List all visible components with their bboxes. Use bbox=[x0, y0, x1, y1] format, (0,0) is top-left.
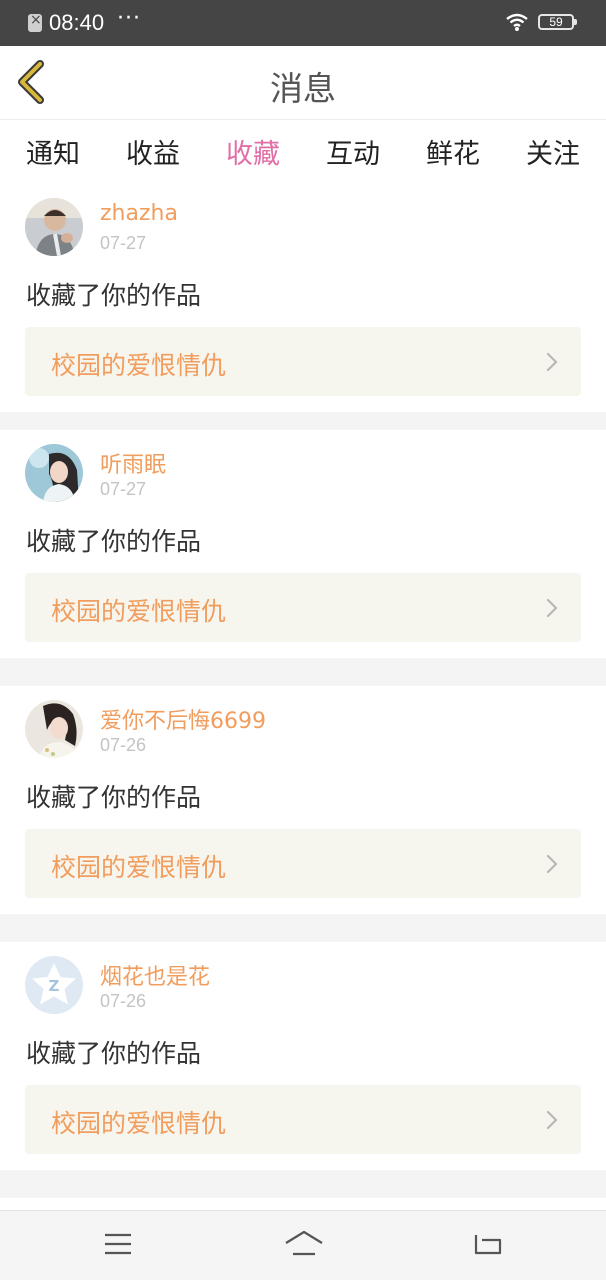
tab-label: 鲜花 bbox=[426, 139, 480, 170]
girl-photo-avatar bbox=[25, 700, 83, 758]
svg-text:Z: Z bbox=[49, 977, 60, 995]
page-title: 消息 bbox=[270, 69, 336, 108]
tab-label: 收益 bbox=[126, 139, 180, 170]
action-text: 收藏了你的作品 bbox=[26, 783, 202, 812]
tab-follows[interactable]: 关注 bbox=[503, 132, 603, 171]
status-bar: 08:40 ··· 59 bbox=[0, 0, 606, 46]
work-title: 校园的爱恨情仇 bbox=[51, 1109, 227, 1138]
system-nav-bar bbox=[0, 1210, 606, 1280]
tab-label: 互动 bbox=[326, 139, 380, 170]
message-card: 听雨眠 07-27 收藏了你的作品 校园的爱恨情仇 bbox=[0, 430, 606, 658]
message-date: 07-26 bbox=[100, 991, 147, 1011]
work-link[interactable]: 校园的爱恨情仇 bbox=[25, 573, 581, 642]
work-link[interactable]: 校园的爱恨情仇 bbox=[25, 1085, 581, 1154]
avatar[interactable]: Z bbox=[25, 956, 83, 1014]
message-card: zhazha 07-27 收藏了你的作品 校园的爱恨情仇 bbox=[0, 184, 606, 412]
message-date: 07-27 bbox=[100, 233, 147, 253]
action-text: 收藏了你的作品 bbox=[26, 527, 202, 556]
girl-photo-avatar bbox=[25, 444, 83, 502]
tab-interactions[interactable]: 互动 bbox=[303, 132, 403, 171]
tab-label: 通知 bbox=[26, 139, 80, 170]
nav-bar: 消息 bbox=[0, 46, 606, 120]
tab-label: 收藏 bbox=[226, 139, 280, 170]
home-icon[interactable] bbox=[283, 1229, 325, 1259]
default-star-avatar: Z bbox=[25, 956, 83, 1014]
chevron-right-icon bbox=[546, 854, 558, 874]
person-photo-avatar bbox=[25, 198, 83, 256]
work-title: 校园的爱恨情仇 bbox=[51, 351, 227, 380]
avatar[interactable] bbox=[25, 198, 83, 256]
sim-off-icon bbox=[28, 12, 42, 32]
battery-indicator: 59 bbox=[538, 14, 577, 30]
status-time: 08:40 bbox=[49, 10, 105, 35]
action-text: 收藏了你的作品 bbox=[26, 1039, 202, 1068]
return-icon[interactable] bbox=[472, 1229, 504, 1259]
message-date: 07-27 bbox=[100, 479, 147, 499]
chevron-right-icon bbox=[546, 598, 558, 618]
tab-earnings[interactable]: 收益 bbox=[103, 132, 203, 171]
tab-flowers[interactable]: 鲜花 bbox=[403, 132, 503, 171]
username[interactable]: 听雨眠 bbox=[100, 447, 166, 479]
work-link[interactable]: 校园的爱恨情仇 bbox=[25, 829, 581, 898]
username[interactable]: zhazha bbox=[100, 201, 178, 226]
menu-icon[interactable] bbox=[103, 1229, 133, 1259]
avatar[interactable] bbox=[25, 700, 83, 758]
chevron-right-icon bbox=[546, 1110, 558, 1130]
message-card: 爱你不后悔6699 07-26 收藏了你的作品 校园的爱恨情仇 bbox=[0, 686, 606, 914]
message-card-partial bbox=[0, 1198, 606, 1210]
work-link[interactable]: 校园的爱恨情仇 bbox=[25, 327, 581, 396]
chevron-right-icon bbox=[546, 352, 558, 372]
work-title: 校园的爱恨情仇 bbox=[51, 853, 227, 882]
message-card: Z 烟花也是花 07-26 收藏了你的作品 校园的爱恨情仇 bbox=[0, 942, 606, 1170]
wifi-icon bbox=[506, 13, 528, 31]
username[interactable]: 烟花也是花 bbox=[100, 959, 210, 991]
action-text: 收藏了你的作品 bbox=[26, 281, 202, 310]
status-more-dots: ··· bbox=[117, 6, 141, 31]
username[interactable]: 爱你不后悔6699 bbox=[100, 703, 266, 735]
message-tabs: 通知 收益 收藏 互动 鲜花 关注 bbox=[0, 120, 606, 187]
tab-notifications[interactable]: 通知 bbox=[3, 132, 103, 171]
work-title: 校园的爱恨情仇 bbox=[51, 597, 227, 626]
tab-label: 关注 bbox=[526, 139, 580, 170]
message-date: 07-26 bbox=[100, 735, 147, 755]
avatar[interactable] bbox=[25, 444, 83, 502]
tab-favorites[interactable]: 收藏 bbox=[203, 132, 303, 187]
